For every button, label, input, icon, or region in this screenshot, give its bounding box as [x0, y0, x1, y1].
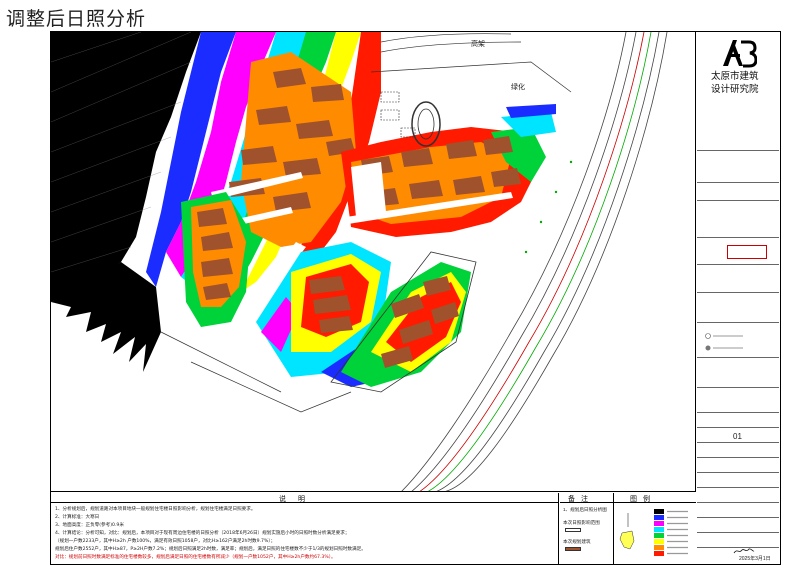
note-line-1: 1、分析规划后，规划道路对本项目地块一般规划住宅楼日照影响分析，规划住宅楼满足日…: [55, 507, 256, 512]
note-line-6: 规划后住户数2552户，其中H≥87，P≥2H户数7.2%；规划后日照满足2h时…: [55, 547, 366, 552]
tb-divider: [697, 457, 779, 458]
page-title: 调整后日照分析: [6, 8, 147, 30]
tb-divider: [697, 502, 779, 503]
tb-divider: [697, 412, 779, 413]
signature-icon: [733, 548, 755, 554]
map-label-lvhua: 绿化: [511, 82, 525, 91]
tb-divider: [697, 292, 779, 293]
issue-date: 2025年3月1日: [739, 556, 771, 562]
plaza-ne: [351, 162, 386, 217]
title-block: 太原市建筑 设计研究院 01 2025年3月1日: [697, 32, 779, 564]
legend-item-2: 本次日照影响范围: [563, 520, 600, 525]
institute-logo-icon: [723, 40, 757, 68]
tb-divider: [697, 322, 779, 323]
site-key-map-icon: [619, 513, 635, 550]
note-line-7: 对比：规划前日照时数满足标准的住宅楼数较多，规划后满足日照的住宅楼数有所减少（规…: [55, 555, 336, 560]
tb-divider: [697, 487, 779, 488]
map-canvas: 高架 绿化: [51, 32, 668, 491]
tb-divider: [697, 357, 779, 358]
tb-divider: [697, 150, 779, 151]
legend-heading-legend: 图例: [630, 496, 656, 503]
legend-swatch-range: [565, 528, 581, 532]
notes-heading: 说明: [51, 493, 559, 503]
tb-divider: [697, 200, 779, 201]
project-stamp: [727, 245, 767, 259]
map-label-gaojia: 高架: [471, 39, 485, 48]
notes-panel: 说明 1、分析规划后，规划道路对本项目地块一般规划住宅楼日照影响分析，规划住宅楼…: [51, 493, 559, 564]
legend-divider: [613, 493, 614, 564]
tb-divider: [697, 182, 779, 183]
tb-divider: [697, 427, 779, 428]
revision-marks: [705, 333, 743, 351]
note-line-2: 2、计算标准：大寒日: [55, 515, 100, 520]
institute-name-line2: 设计研究院: [711, 84, 759, 95]
tb-divider: [697, 264, 779, 265]
school-blocks: [380, 91, 416, 138]
tb-divider: [697, 532, 779, 533]
legend-heading: 备注 图例: [560, 493, 696, 503]
legend-item-1: 1、规划后日照分析图: [563, 507, 607, 512]
legend-panel: 备注 图例 1、规划后日照分析图 本次日照影响范围 本次规划建筑: [560, 493, 696, 564]
tb-divider: [697, 237, 779, 238]
elevated-road: [401, 32, 668, 491]
note-line-4: 4、计算结论：分析可知，对比：规划后，本项目对于现有周边住宅楼的日照分析（201…: [55, 531, 350, 536]
notes-heading-text: 说明: [279, 496, 317, 503]
note-line-5: （规划一户数2233户，其中H≥2h 户数100%，满足有效日照1058户，对比…: [55, 539, 276, 544]
legend-item-3: 本次规划建筑: [563, 539, 591, 544]
drawing-sheet: 高架 绿化 太原市建筑 设计研究院 01 2025年3月1日 说明 1、分析规划…: [50, 31, 781, 565]
legend-heading-remarks: 备注: [568, 496, 594, 503]
tb-divider: [697, 387, 779, 388]
institute-name-line1: 太原市建筑: [711, 71, 759, 82]
tb-divider: [697, 442, 779, 443]
institute-name: 太原市建筑 设计研究院: [711, 70, 759, 96]
sunlight-analysis-map[interactable]: 高架 绿化: [51, 32, 696, 492]
tb-divider: [697, 517, 779, 518]
sunlight-hours-legend: [654, 509, 688, 556]
legend-swatch-building: [565, 547, 581, 551]
sheet-number: 01: [733, 432, 742, 441]
tb-divider: [697, 472, 779, 473]
note-line-3: 3、地面高度：正负零(参考)0.9米: [55, 523, 124, 528]
